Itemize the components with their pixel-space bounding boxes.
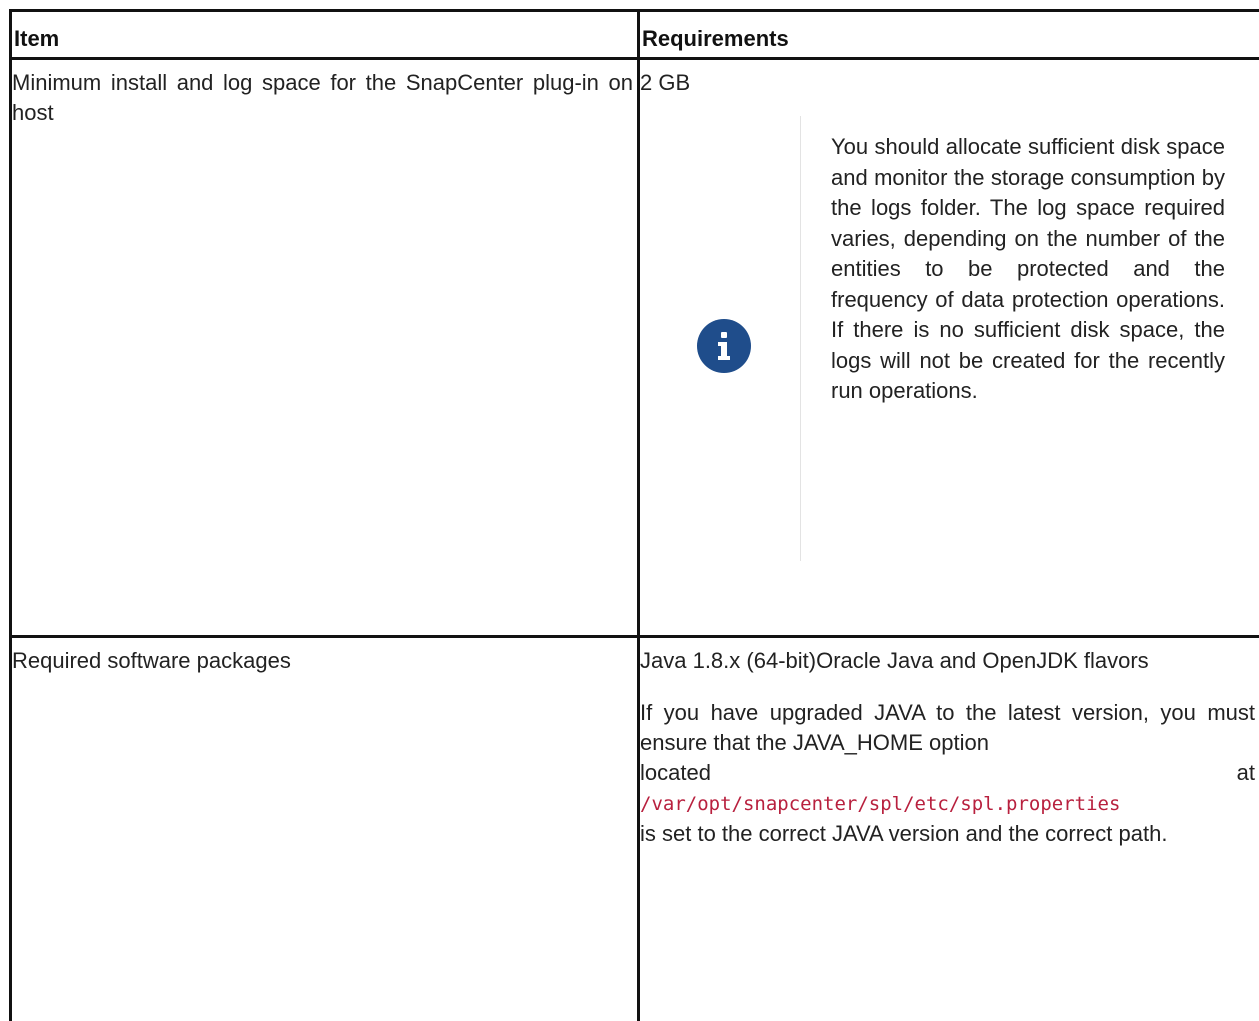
table-row: Required software packages Java 1.8.x (6…	[9, 635, 1259, 1021]
requirement-block: Java 1.8.x (64-bit)Oracle Java and OpenJ…	[640, 638, 1259, 849]
requirement-cell: Java 1.8.x (64-bit)Oracle Java and OpenJ…	[637, 635, 1259, 1021]
note-icon-column	[640, 116, 801, 561]
properties-file-path: /var/opt/snapcenter/spl/etc/spl.properti…	[640, 793, 1121, 815]
java-home-note: If you have upgraded JAVA to the latest …	[640, 698, 1257, 849]
note-text: You should allocate sufficient disk spac…	[831, 134, 1225, 403]
info-icon	[697, 318, 751, 373]
java-home-note-end: is set to the correct JAVA version and t…	[640, 821, 1168, 846]
requirements-table: Item Requirements Minimum install and lo…	[9, 9, 1259, 1021]
java-home-note-start: If you have upgraded JAVA to the latest …	[640, 700, 1255, 755]
item-text: Required software packages	[12, 648, 291, 673]
table-header-row: Item Requirements	[9, 9, 1259, 60]
requirement-text: 2 GB	[640, 70, 691, 95]
table-row: Minimum install and log space for the Sn…	[9, 57, 1259, 638]
note-admonition: You should allocate sufficient disk spac…	[640, 116, 1259, 561]
requirement-text: Java 1.8.x (64-bit)Oracle Java and OpenJ…	[640, 648, 1149, 673]
header-item: Item	[9, 9, 640, 60]
located-at-line: located at	[640, 758, 1255, 788]
item-cell: Required software packages	[9, 635, 640, 1021]
requirement-cell: 2 GB You should allocate sufficient disk…	[637, 57, 1259, 638]
page: Item Requirements Minimum install and lo…	[9, 9, 1259, 1021]
item-cell: Minimum install and log space for the Sn…	[9, 57, 640, 638]
at-word: at	[1236, 760, 1255, 785]
located-word: located	[640, 760, 711, 785]
item-text: Minimum install and log space for the Sn…	[12, 70, 633, 125]
header-requirements: Requirements	[637, 9, 1259, 60]
